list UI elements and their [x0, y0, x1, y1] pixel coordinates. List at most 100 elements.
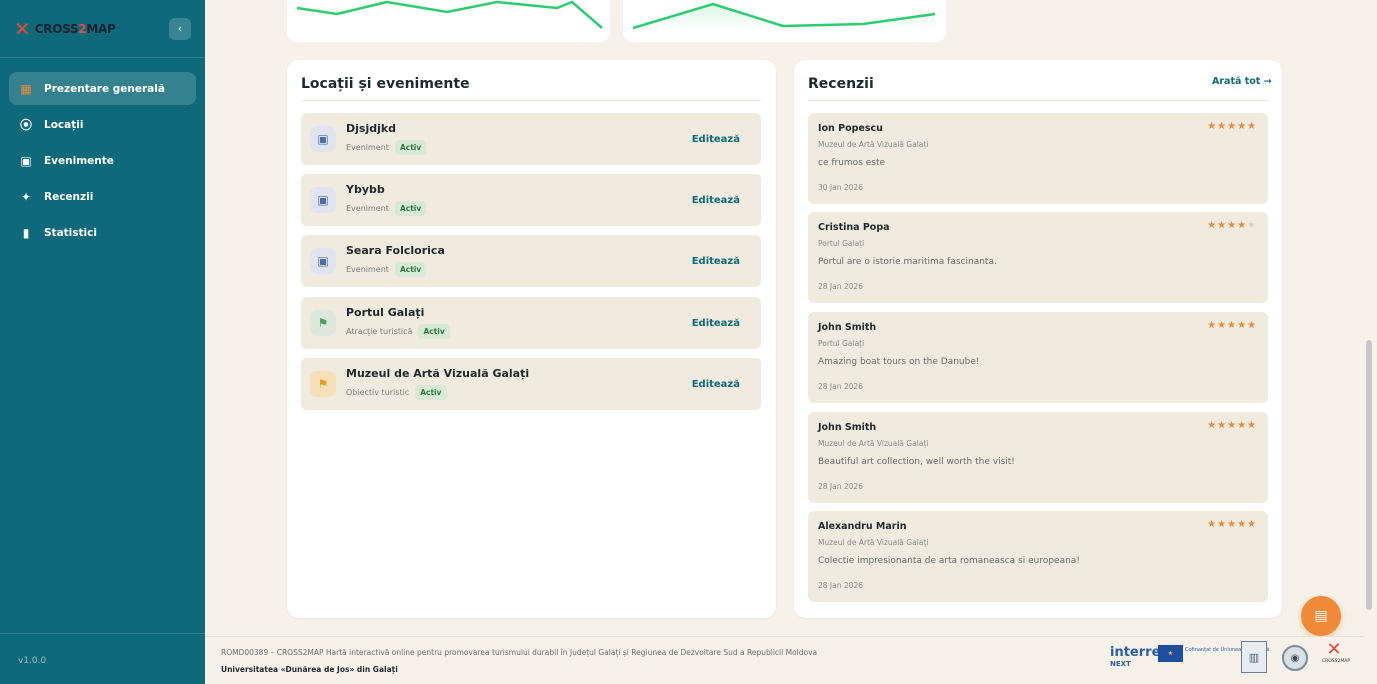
logo-text-part3: MAP [86, 21, 116, 36]
location-type: Eveniment [346, 204, 389, 213]
review-text: ce frumos este [818, 158, 886, 168]
review-card[interactable]: Ion Popescu Muzeul de Artă Vizuală Galaț… [808, 113, 1268, 204]
sidebar-divider [0, 633, 205, 634]
review-text: Beautiful art collection, well worth the… [818, 457, 1015, 467]
review-date: 30 Jan 2026 [818, 183, 863, 192]
location-list-item[interactable]: ⚑ Portul Galați Atracție turistică Activ … [301, 297, 761, 349]
star-rating-icon: ★★★★★ [1207, 220, 1257, 231]
edit-button[interactable]: Editează [692, 379, 740, 390]
calendar-icon: ▣ [310, 248, 336, 274]
review-date: 28 Jan 2026 [818, 282, 863, 291]
divider [301, 100, 761, 101]
location-name: Portul Galați [346, 306, 425, 319]
app-version: v1.0.0 [18, 656, 47, 666]
divider [808, 100, 1268, 101]
star-rating-icon: ★★★★★ [1207, 420, 1257, 431]
location-type: Obiectiv turistic [346, 388, 410, 397]
review-author: John Smith [818, 422, 877, 433]
location-name: Seara Folclorica [346, 244, 445, 257]
footer-university: Universitatea «Dunărea de Jos» din Galaț… [221, 665, 398, 674]
edit-button[interactable]: Editează [692, 256, 740, 267]
sidebar-item-events[interactable]: ▣ Evenimente [9, 144, 196, 177]
location-name: Muzeul de Artă Vizuală Galați [346, 367, 530, 380]
location-list-item[interactable]: ▣ Djsjdjkd Eveniment Activ Editează [301, 113, 761, 165]
calendar-icon: ▣ [310, 187, 336, 213]
status-badge: Activ [394, 262, 427, 277]
chart-card-partial-right [623, 0, 946, 42]
cross2map-logo: ✕ CROSS2MAP [1322, 639, 1351, 673]
sidebar-item-label: Evenimente [44, 154, 114, 167]
review-date: 28 Jan 2026 [818, 382, 863, 391]
sidebar-item-locations[interactable]: ⦿ Locații [9, 108, 196, 141]
sidebar-item-label: Recenzii [44, 190, 94, 203]
location-name: Ybybb [346, 183, 385, 196]
review-place: Portul Galați [818, 239, 865, 248]
reviews-panel-title: Recenzii [808, 76, 874, 92]
sidebar-header: ✕ CROSS2MAP ‹ [0, 0, 205, 58]
edit-button[interactable]: Editează [692, 195, 740, 206]
eu-flag-icon: ★ [1158, 645, 1183, 662]
review-place: Portul Galați [818, 339, 865, 348]
locations-panel-title: Locații și evenimente [301, 76, 470, 92]
logo-text-part1: CROSS [34, 21, 79, 36]
review-card[interactable]: John Smith Muzeul de Artă Vizuală Galați… [808, 412, 1268, 503]
star-box-icon: ✦ [20, 189, 32, 204]
review-card[interactable]: John Smith Portul Galați Amazing boat to… [808, 312, 1268, 403]
cross2map-logo-text: CROSS2MAP [1322, 659, 1351, 664]
logo-x-icon: ✕ [1326, 639, 1342, 660]
app-logo[interactable]: ✕ CROSS2MAP [14, 16, 116, 41]
location-type: Eveniment [346, 143, 389, 152]
review-author: Ion Popescu [818, 123, 883, 134]
edit-button[interactable]: Editează [692, 134, 740, 145]
review-text: Amazing boat tours on the Danube! [818, 357, 980, 367]
sidebar-nav: ▦ Prezentare generală ⦿ Locații ▣ Evenim… [0, 58, 205, 249]
grid-icon: ▦ [20, 81, 32, 96]
edit-button[interactable]: Editează [692, 318, 740, 329]
star-rating-icon: ★★★★★ [1207, 320, 1257, 331]
sidebar-item-statistics[interactable]: ▮ Statistici [9, 216, 196, 249]
review-place: Muzeul de Artă Vizuală Galați [818, 538, 929, 547]
sidebar-collapse-button[interactable]: ‹ [169, 17, 191, 40]
chat-button[interactable]: ▤ [1301, 596, 1341, 636]
sidebar: ✕ CROSS2MAP ‹ ▦ Prezentare generală ⦿ Lo… [0, 0, 205, 684]
footer: ROMD00389 – CROSS2MAP Hartă interactivă … [205, 636, 1364, 684]
review-author: Cristina Popa [818, 222, 890, 233]
location-type: Atracție turistică [346, 327, 413, 336]
review-card[interactable]: Alexandru Marin Muzeul de Artă Vizuală G… [808, 511, 1268, 602]
location-list-item[interactable]: ▣ Seara Folclorica Eveniment Activ Editea… [301, 235, 761, 287]
location-list-item[interactable]: ⚑ Muzeul de Artă Vizuală Galați Obiectiv… [301, 358, 761, 410]
sidebar-item-label: Prezentare generală [44, 82, 165, 95]
chat-icon: ▤ [1314, 608, 1328, 624]
chart-card-partial-left [287, 0, 610, 42]
sidebar-item-reviews[interactable]: ✦ Recenzii [9, 180, 196, 213]
review-date: 28 Jan 2026 [818, 482, 863, 491]
university-logo: ▥ [1241, 641, 1267, 673]
calendar-icon: ▣ [20, 153, 32, 168]
calendar-icon: ▣ [310, 126, 336, 152]
sidebar-item-overview[interactable]: ▦ Prezentare generală [9, 72, 196, 105]
status-badge: Activ [415, 385, 447, 400]
chevron-left-icon: ‹ [177, 22, 183, 35]
flag-icon: ⚑ [310, 310, 336, 336]
sparkline-chart-right [632, 2, 936, 30]
location-list-item[interactable]: ▣ Ybybb Eveniment Activ Editează [301, 174, 761, 226]
review-author: John Smith [818, 322, 877, 333]
sparkline-chart-left [296, 0, 603, 29]
status-badge: Activ [394, 140, 427, 155]
flag-icon: ⚑ [310, 371, 336, 397]
review-text: Colectie impresionanta de arta romaneasc… [818, 556, 1080, 566]
sidebar-item-label: Statistici [44, 226, 97, 239]
scrollbar-thumb[interactable] [1366, 340, 1372, 610]
map-pin-icon: ⦿ [19, 118, 32, 132]
footer-project-text: ROMD00389 – CROSS2MAP Hartă interactivă … [221, 648, 818, 657]
review-place: Muzeul de Artă Vizuală Galați [818, 140, 929, 149]
sparkline-line [296, 0, 603, 29]
logo-x-icon: ✕ [14, 16, 31, 41]
seal-logo: ◉ [1282, 645, 1308, 671]
star-rating-icon: ★★★★★ [1207, 519, 1257, 530]
review-card[interactable]: Cristina Popa Portul Galați Portul are o… [808, 212, 1268, 303]
show-all-reviews-link[interactable]: Arată tot → [1212, 76, 1272, 87]
review-date: 28 Jan 2026 [818, 581, 863, 590]
sidebar-item-label: Locații [44, 118, 84, 131]
review-author: Alexandru Marin [818, 521, 907, 532]
